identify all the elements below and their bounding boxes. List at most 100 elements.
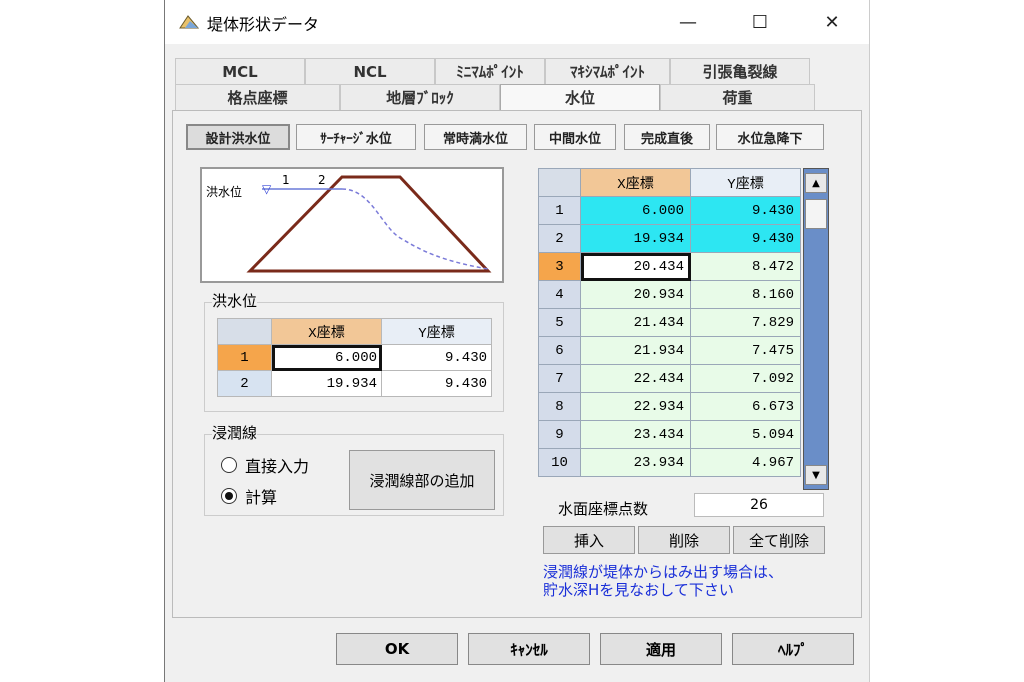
subtab-surcharge[interactable]: ｻｰﾁｬｰｼﾞ水位 bbox=[296, 124, 416, 150]
minimize-icon[interactable]: — bbox=[665, 6, 711, 38]
cancel-button[interactable]: ｷｬﾝｾﾙ bbox=[468, 633, 590, 665]
row-number[interactable]: 7 bbox=[538, 364, 581, 393]
cell-x[interactable]: 23.434 bbox=[580, 420, 691, 449]
flood-header-x[interactable]: X座標 bbox=[271, 318, 382, 345]
radio-calculate[interactable]: 計算 bbox=[221, 484, 277, 508]
cell-y[interactable]: 4.967 bbox=[690, 448, 801, 477]
flood-cell-y[interactable]: 9.430 bbox=[381, 370, 492, 397]
cell-x[interactable]: 23.934 bbox=[580, 448, 691, 477]
scroll-thumb[interactable] bbox=[805, 199, 827, 229]
cell-y[interactable]: 8.160 bbox=[690, 280, 801, 309]
cell-y[interactable]: 6.673 bbox=[690, 392, 801, 421]
flood-row: 1 6.000 9.430 bbox=[217, 344, 492, 371]
flood-header-y[interactable]: Y座標 bbox=[381, 318, 492, 345]
table-row: 4 20.934 8.160 bbox=[538, 280, 801, 309]
table-row: 2 19.934 9.430 bbox=[538, 224, 801, 253]
row-number[interactable]: 1 bbox=[538, 196, 581, 225]
row-number[interactable]: 8 bbox=[538, 392, 581, 421]
scroll-up-icon[interactable]: ▲ bbox=[805, 173, 827, 193]
tab-water-level[interactable]: 水位 bbox=[500, 84, 660, 110]
row-number[interactable]: 4 bbox=[538, 280, 581, 309]
tab-mcl[interactable]: MCL bbox=[175, 58, 305, 84]
table-row: 3 20.434 8.472 bbox=[538, 252, 801, 281]
insert-button[interactable]: 挿入 bbox=[543, 526, 635, 554]
subtab-just-completed[interactable]: 完成直後 bbox=[624, 124, 710, 150]
dam-diagram: 洪水位 1 2 ▽ bbox=[200, 167, 504, 283]
radio-direct-input[interactable]: 直接入力 bbox=[221, 453, 309, 477]
apply-button[interactable]: 適用 bbox=[600, 633, 722, 665]
cell-y[interactable]: 5.094 bbox=[690, 420, 801, 449]
note-line-2: 貯水深Hを見なおして下さい bbox=[543, 581, 734, 599]
table-row: 5 21.434 7.829 bbox=[538, 308, 801, 337]
tab-maximum-point[interactable]: ﾏｷｼﾏﾑﾎﾟｲﾝﾄ bbox=[545, 58, 670, 84]
tab-row-bottom: 格点座標 地層ﾌﾞﾛｯｸ 水位 荷重 bbox=[175, 84, 815, 110]
flood-table: X座標 Y座標 1 6.000 9.430 2 19.934 9.430 bbox=[217, 318, 492, 397]
cell-x[interactable]: 20.434 bbox=[580, 252, 691, 281]
radio-calculate-circle[interactable] bbox=[221, 488, 237, 504]
flood-row-number[interactable]: 2 bbox=[217, 370, 272, 397]
add-seepage-button[interactable]: 浸潤線部の追加 bbox=[349, 450, 495, 510]
tab-minimum-point[interactable]: ﾐﾆﾏﾑﾎﾟｲﾝﾄ bbox=[435, 58, 545, 84]
seepage-warning-note: 浸潤線が堤体からはみ出す場合は、 貯水深Hを見なおして下さい bbox=[543, 563, 783, 599]
table-scrollbar[interactable]: ▲ ▼ bbox=[803, 168, 829, 490]
cell-y[interactable]: 9.430 bbox=[690, 224, 801, 253]
point-count-label: 水面座標点数 bbox=[558, 500, 649, 518]
table-row: 1 6.000 9.430 bbox=[538, 196, 801, 225]
row-number[interactable]: 10 bbox=[538, 448, 581, 477]
cell-y[interactable]: 9.430 bbox=[690, 196, 801, 225]
row-number[interactable]: 6 bbox=[538, 336, 581, 365]
water-header-y[interactable]: Y座標 bbox=[690, 168, 801, 197]
seepage-group-label: 浸潤線 bbox=[212, 422, 258, 443]
cell-x[interactable]: 19.934 bbox=[580, 224, 691, 253]
point-count-field[interactable]: 26 bbox=[694, 493, 824, 517]
table-row: 9 23.434 5.094 bbox=[538, 420, 801, 449]
flood-table-corner[interactable] bbox=[217, 318, 272, 345]
cell-y[interactable]: 7.092 bbox=[690, 364, 801, 393]
delete-all-button[interactable]: 全て削除 bbox=[733, 526, 825, 554]
delete-button[interactable]: 削除 bbox=[638, 526, 730, 554]
subtab-normal-full[interactable]: 常時満水位 bbox=[424, 124, 527, 150]
ok-button[interactable]: OK bbox=[336, 633, 458, 665]
cell-x[interactable]: 21.934 bbox=[580, 336, 691, 365]
cell-x[interactable]: 22.434 bbox=[580, 364, 691, 393]
close-icon[interactable]: ✕ bbox=[809, 6, 855, 38]
flood-group-label: 洪水位 bbox=[212, 290, 258, 311]
subtab-rapid-drawdown[interactable]: 水位急降下 bbox=[716, 124, 824, 150]
tab-tension-crack[interactable]: 引張亀裂線 bbox=[670, 58, 810, 84]
tab-ncl[interactable]: NCL bbox=[305, 58, 435, 84]
water-level-icon: ▽ bbox=[262, 182, 272, 196]
flood-row: 2 19.934 9.430 bbox=[217, 370, 492, 397]
tab-row-top: MCL NCL ﾐﾆﾏﾑﾎﾟｲﾝﾄ ﾏｷｼﾏﾑﾎﾟｲﾝﾄ 引張亀裂線 bbox=[175, 58, 810, 84]
cell-y[interactable]: 7.475 bbox=[690, 336, 801, 365]
cell-x[interactable]: 22.934 bbox=[580, 392, 691, 421]
flood-cell-x[interactable]: 6.000 bbox=[271, 344, 382, 371]
help-button[interactable]: ﾍﾙﾌﾟ bbox=[732, 633, 854, 665]
tab-load[interactable]: 荷重 bbox=[660, 84, 815, 110]
cell-x[interactable]: 6.000 bbox=[580, 196, 691, 225]
tab-node-coords[interactable]: 格点座標 bbox=[175, 84, 340, 110]
cell-y[interactable]: 8.472 bbox=[690, 252, 801, 281]
row-number[interactable]: 2 bbox=[538, 224, 581, 253]
scroll-down-icon[interactable]: ▼ bbox=[805, 465, 827, 485]
subtab-intermediate[interactable]: 中間水位 bbox=[534, 124, 616, 150]
cell-x[interactable]: 21.434 bbox=[580, 308, 691, 337]
cell-y[interactable]: 7.829 bbox=[690, 308, 801, 337]
row-number[interactable]: 5 bbox=[538, 308, 581, 337]
row-number[interactable]: 3 bbox=[538, 252, 581, 281]
dam-diagram-svg: 洪水位 1 2 ▽ bbox=[206, 173, 492, 273]
flood-cell-y[interactable]: 9.430 bbox=[381, 344, 492, 371]
maximize-icon[interactable]: ☐ bbox=[737, 6, 783, 38]
cell-x[interactable]: 20.934 bbox=[580, 280, 691, 309]
diagram-point-2: 2 bbox=[318, 173, 326, 187]
tab-strata-block[interactable]: 地層ﾌﾞﾛｯｸ bbox=[340, 84, 500, 110]
flood-row-number[interactable]: 1 bbox=[217, 344, 272, 371]
subtab-design-flood[interactable]: 設計洪水位 bbox=[186, 124, 290, 150]
water-header-x[interactable]: X座標 bbox=[580, 168, 691, 197]
title-bar: 堤体形状データ — ☐ ✕ bbox=[165, 0, 869, 44]
flood-cell-x[interactable]: 19.934 bbox=[271, 370, 382, 397]
row-number[interactable]: 9 bbox=[538, 420, 581, 449]
radio-direct-label: 直接入力 bbox=[245, 457, 310, 476]
radio-direct-circle[interactable] bbox=[221, 457, 237, 473]
note-line-1: 浸潤線が堤体からはみ出す場合は、 bbox=[543, 563, 784, 581]
water-table-corner[interactable] bbox=[538, 168, 581, 197]
